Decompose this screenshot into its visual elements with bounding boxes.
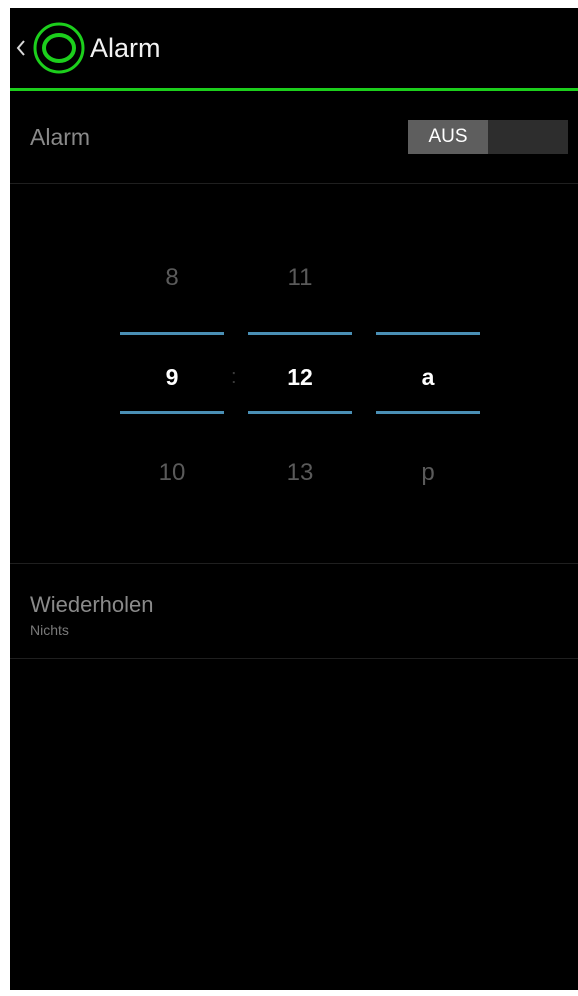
- minute-value[interactable]: 12: [248, 362, 352, 392]
- action-bar: Alarm: [10, 8, 578, 88]
- ampm-bottom-line: [376, 411, 480, 414]
- ring-icon[interactable]: [32, 21, 86, 75]
- alarm-setting-row: Alarm AUS: [10, 91, 578, 184]
- toggle-thumb-label: AUS: [408, 120, 488, 154]
- alarm-screen: Alarm Alarm AUS 8 9 10 : 11 12 13 a p Wi…: [10, 8, 578, 990]
- minute-top-line: [248, 332, 352, 335]
- repeat-value: Nichts: [30, 622, 69, 638]
- page-title: Alarm: [90, 32, 161, 63]
- hour-bottom-line: [120, 411, 224, 414]
- hour-prev[interactable]: 8: [120, 263, 224, 293]
- hour-value[interactable]: 9: [120, 362, 224, 392]
- minute-bottom-line: [248, 411, 352, 414]
- alarm-label: Alarm: [30, 124, 91, 150]
- ampm-next[interactable]: p: [376, 458, 480, 488]
- ampm-value[interactable]: a: [376, 362, 480, 392]
- chevron-left-icon[interactable]: [14, 33, 28, 63]
- hour-next[interactable]: 10: [120, 458, 224, 488]
- ampm-top-line: [376, 332, 480, 335]
- minute-next[interactable]: 13: [248, 458, 352, 488]
- alarm-toggle[interactable]: AUS: [408, 120, 568, 154]
- repeat-setting-row[interactable]: Wiederholen Nichts: [10, 563, 578, 659]
- hour-top-line: [120, 332, 224, 335]
- minute-prev[interactable]: 11: [248, 263, 352, 293]
- time-separator: :: [231, 366, 237, 388]
- repeat-title: Wiederholen: [30, 592, 154, 617]
